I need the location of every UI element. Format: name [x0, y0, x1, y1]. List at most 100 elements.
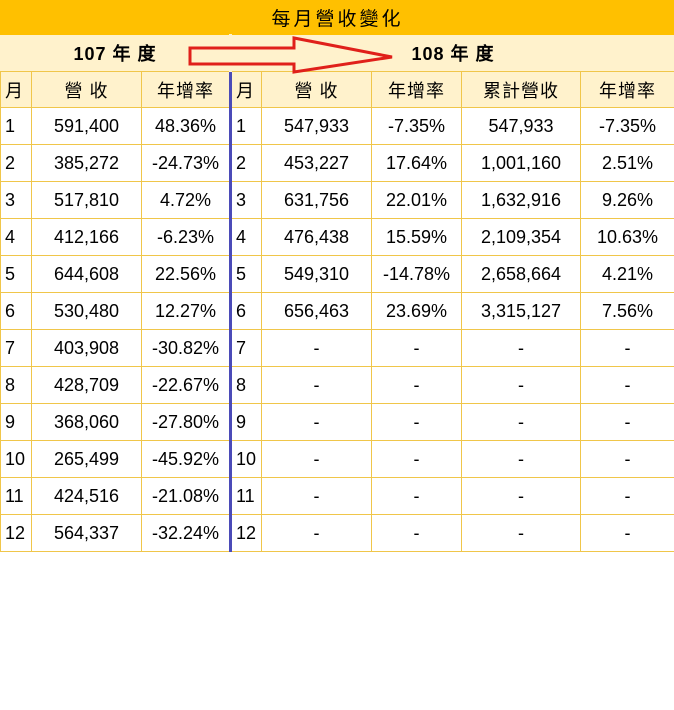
cell-cumulative-108: -: [461, 366, 581, 404]
col-header-yoy-108: 年增率: [371, 71, 462, 108]
header-row: 月 營 收 年增率 月 營 收 年增率 累計營收 年增率: [0, 71, 674, 108]
cell-yoy-107: -24.73%: [141, 144, 232, 182]
cell-cumulative-yoy-108: -: [579, 440, 674, 478]
cell-cumulative-yoy-108: -: [579, 403, 674, 441]
col-header-cumulative-yoy-108: 年增率: [579, 71, 674, 108]
table-row: 6 530,480 12.27% 6 656,463 23.69% 3,315,127 7.5…: [0, 292, 674, 330]
cell-revenue-107: 265,499: [31, 440, 142, 478]
cell-yoy-107: 12.27%: [141, 292, 232, 330]
cell-revenue-108: 476,438: [261, 218, 372, 256]
cell-yoy-107: 48.36%: [141, 107, 232, 145]
cell-yoy-107: -32.24%: [141, 514, 232, 552]
cell-month-107: 9: [0, 403, 32, 441]
cell-month-108: 6: [230, 292, 262, 330]
cell-yoy-108: 15.59%: [371, 218, 462, 256]
cell-cumulative-108: -: [461, 514, 581, 552]
cell-revenue-107: 644,608: [31, 255, 142, 293]
cell-month-108: 8: [230, 366, 262, 404]
cell-cumulative-108: 2,658,664: [461, 255, 581, 293]
cell-yoy-108: 22.01%: [371, 181, 462, 219]
cell-cumulative-108: 2,109,354: [461, 218, 581, 256]
page-title: 每月營收變化: [0, 0, 674, 35]
cell-cumulative-108: -: [461, 477, 581, 515]
cell-month-107: 2: [0, 144, 32, 182]
cell-month-108: 2: [230, 144, 262, 182]
table-row: 12 564,337 -32.24% 12- - - -: [0, 514, 674, 552]
cell-yoy-107: -22.67%: [141, 366, 232, 404]
cell-revenue-107: 403,908: [31, 329, 142, 367]
col-header-revenue-107: 營 收: [31, 71, 142, 108]
cell-yoy-107: -45.92%: [141, 440, 232, 478]
cell-cumulative-yoy-108: 7.56%: [579, 292, 674, 330]
table-row: 9 368,060 -27.80% 9- - - -: [0, 403, 674, 441]
table-row: 1 591,400 48.36% 1 547,933 -7.35% 547,933 -7.35…: [0, 107, 674, 145]
cell-revenue-108: 549,310: [261, 255, 372, 293]
cell-revenue-107: 517,810: [31, 181, 142, 219]
cell-month-108: 1: [230, 107, 262, 145]
cell-revenue-108: -: [261, 477, 372, 515]
table-row: 2 385,272 -24.73% 2 453,227 17.64% 1,001,160 2.…: [0, 144, 674, 182]
cell-cumulative-yoy-108: -: [579, 366, 674, 404]
cell-month-108: 5: [230, 255, 262, 293]
cell-yoy-108: -: [371, 514, 462, 552]
table-row: 5 644,608 22.56% 5 549,310 -14.78% 2,658,664 4.…: [0, 255, 674, 293]
cell-revenue-107: 424,516: [31, 477, 142, 515]
cell-yoy-108: -14.78%: [371, 255, 462, 293]
cell-cumulative-108: 547,933: [461, 107, 581, 145]
cell-revenue-108: 547,933: [261, 107, 372, 145]
cell-month-108: 3: [230, 181, 262, 219]
cell-month-107: 11: [0, 477, 32, 515]
year-108-label: 108 年 度: [229, 34, 674, 72]
col-header-revenue-108: 營 收: [261, 71, 372, 108]
cell-month-108: 7: [230, 329, 262, 367]
revenue-sheet: 每月營收變化 107 年 度 108 年 度 月 營 收 年增率 月 營 收 年…: [0, 0, 674, 552]
table-row: 3 517,810 4.72% 3 631,756 22.01% 1,632,916 9.26…: [0, 181, 674, 219]
cell-cumulative-yoy-108: 9.26%: [579, 181, 674, 219]
cell-month-107: 1: [0, 107, 32, 145]
cell-cumulative-yoy-108: 4.21%: [579, 255, 674, 293]
cell-yoy-108: -: [371, 440, 462, 478]
cell-month-108: 12: [230, 514, 262, 552]
cell-yoy-108: -: [371, 329, 462, 367]
cell-yoy-107: -30.82%: [141, 329, 232, 367]
table-row: 8 428,709 -22.67% 8- - - -: [0, 366, 674, 404]
cell-month-107: 5: [0, 255, 32, 293]
cell-month-107: 6: [0, 292, 32, 330]
cell-cumulative-108: 3,315,127: [461, 292, 581, 330]
cell-revenue-108: -: [261, 366, 372, 404]
cell-revenue-108: 631,756: [261, 181, 372, 219]
cell-cumulative-108: -: [461, 440, 581, 478]
cell-revenue-108: -: [261, 329, 372, 367]
table-row: 7 403,908 -30.82% 7- - - -: [0, 329, 674, 367]
table-row: 4 412,166 -6.23% 4 476,438 15.59% 2,109,354 10.…: [0, 218, 674, 256]
cell-yoy-108: -: [371, 477, 462, 515]
cell-month-108: 9: [230, 403, 262, 441]
cell-revenue-108: -: [261, 440, 372, 478]
cell-revenue-108: 656,463: [261, 292, 372, 330]
cell-month-107: 12: [0, 514, 32, 552]
cell-cumulative-yoy-108: 10.63%: [579, 218, 674, 256]
cell-yoy-108: -: [371, 366, 462, 404]
col-header-month-107: 月: [0, 71, 32, 108]
cell-revenue-107: 368,060: [31, 403, 142, 441]
col-header-cumulative-108: 累計營收: [461, 71, 581, 108]
cell-yoy-108: 17.64%: [371, 144, 462, 182]
cell-yoy-108: -: [371, 403, 462, 441]
table-row: 10 265,499 -45.92% 10- - - -: [0, 440, 674, 478]
cell-cumulative-108: 1,001,160: [461, 144, 581, 182]
cell-revenue-107: 385,272: [31, 144, 142, 182]
cell-month-107: 8: [0, 366, 32, 404]
cell-month-107: 7: [0, 329, 32, 367]
cell-yoy-107: -6.23%: [141, 218, 232, 256]
cell-yoy-108: -7.35%: [371, 107, 462, 145]
revenue-table: 每月營收變化 107 年 度 108 年 度 月 營 收 年增率 月 營 收 年…: [0, 0, 674, 552]
cell-revenue-107: 412,166: [31, 218, 142, 256]
cell-yoy-107: 4.72%: [141, 181, 232, 219]
cell-yoy-107: -27.80%: [141, 403, 232, 441]
cell-month-107: 4: [0, 218, 32, 256]
cell-cumulative-yoy-108: -: [579, 514, 674, 552]
cell-cumulative-yoy-108: -: [579, 477, 674, 515]
cell-revenue-107: 530,480: [31, 292, 142, 330]
table-row: 11 424,516 -21.08% 11- - - -: [0, 477, 674, 515]
cell-month-107: 3: [0, 181, 32, 219]
